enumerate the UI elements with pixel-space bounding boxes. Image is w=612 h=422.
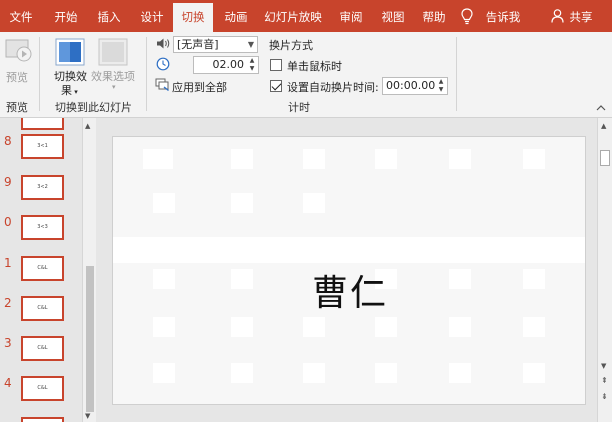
next-slide-icon[interactable]: ⇟ bbox=[601, 392, 608, 401]
previous-slide-icon[interactable]: ⇞ bbox=[601, 376, 608, 385]
slide-number: 9 bbox=[4, 175, 12, 189]
group-divider bbox=[39, 37, 40, 111]
scrollbar-thumb[interactable] bbox=[86, 266, 94, 412]
spinner-arrows-icon[interactable]: ▲ ▼ bbox=[247, 57, 257, 73]
group-divider bbox=[146, 37, 147, 111]
sound-icon bbox=[157, 38, 170, 49]
advance-slide-heading: 换片方式 bbox=[269, 39, 313, 52]
slide-number: 0 bbox=[4, 215, 12, 229]
effect-options-icon[interactable] bbox=[98, 38, 128, 66]
slide-thumbnail[interactable]: C&L bbox=[21, 336, 64, 361]
tab-file[interactable]: 文件 bbox=[4, 0, 38, 32]
tab-transitions[interactable]: 切换 bbox=[173, 3, 213, 32]
scroll-down-icon[interactable]: ▼ bbox=[601, 362, 606, 370]
thumbnail-text: C&L bbox=[37, 345, 48, 351]
thumbnail-scrollbar[interactable]: ▲ ▼ bbox=[82, 118, 96, 422]
duration-value: 02.00 bbox=[212, 58, 245, 71]
slide-thumbnail[interactable]: C&L bbox=[21, 256, 64, 281]
slide-thumbnail[interactable]: 3<3 bbox=[21, 215, 64, 240]
effect-options-button[interactable]: 效果选项 bbox=[91, 68, 135, 84]
after-time-checkbox[interactable] bbox=[270, 80, 282, 92]
slide-number: 8 bbox=[4, 134, 12, 148]
tab-insert[interactable]: 插入 bbox=[91, 0, 127, 32]
duration-spinner[interactable]: 02.00 ▲ ▼ bbox=[193, 56, 259, 74]
scroll-down-icon[interactable]: ▼ bbox=[85, 412, 90, 420]
transition-effect-label-2: 果 bbox=[61, 84, 72, 97]
thumbnail-text: C&L bbox=[37, 385, 48, 391]
thumbnail-text: 3<2 bbox=[37, 184, 48, 190]
slide-number: 3 bbox=[4, 336, 12, 350]
scrollbar-thumb[interactable] bbox=[600, 150, 610, 166]
slide-title[interactable]: 曹仁 bbox=[113, 264, 585, 316]
scroll-up-icon[interactable]: ▲ bbox=[85, 122, 90, 130]
sound-select[interactable]: [无声音] ▼ bbox=[173, 36, 258, 53]
slide-thumbnail-partial[interactable] bbox=[21, 118, 64, 130]
on-mouse-click-label: 单击鼠标时 bbox=[287, 60, 342, 73]
transition-effect-button-line2: 果 ▾ bbox=[61, 84, 78, 97]
ribbon-transitions: 预览 预览 切换效 果 ▾ 效果选项 ▾ 切换到此幻灯片 [无声音] ▼ 02.… bbox=[0, 32, 612, 118]
scroll-up-icon[interactable]: ▲ bbox=[601, 122, 606, 130]
after-time-label: 设置自动换片时间: bbox=[287, 81, 379, 94]
thumbnail-text: C&L bbox=[37, 305, 48, 311]
tab-slideshow[interactable]: 幻灯片放映 bbox=[260, 0, 326, 32]
collapse-ribbon-icon[interactable] bbox=[596, 104, 606, 112]
group-divider bbox=[456, 37, 457, 111]
title-band bbox=[113, 237, 585, 263]
slide-thumbnail-pane: 8 3<1 9 3<2 0 3<3 1 C&L 2 C&L 3 C&L 4 C&… bbox=[0, 118, 82, 422]
slide-canvas[interactable]: 曹仁 bbox=[112, 136, 586, 405]
chevron-down-icon: ▼ bbox=[247, 40, 254, 49]
slide-thumbnail[interactable]: 3<2 bbox=[21, 175, 64, 200]
tab-view[interactable]: 视图 bbox=[376, 0, 410, 32]
preview-button[interactable]: 预览 bbox=[6, 69, 28, 85]
slide-number: 1 bbox=[4, 256, 12, 270]
slide-number: 4 bbox=[4, 376, 12, 390]
person-icon[interactable] bbox=[551, 9, 564, 23]
thumbnail-text: 3<1 bbox=[37, 143, 48, 149]
preview-icon[interactable] bbox=[5, 38, 33, 64]
slide-edit-area: 曹仁 bbox=[96, 118, 597, 422]
sound-select-value: [无声音] bbox=[177, 38, 219, 51]
lightbulb-icon[interactable] bbox=[461, 8, 473, 25]
clock-icon bbox=[156, 57, 170, 71]
tab-help[interactable]: 帮助 bbox=[417, 0, 451, 32]
thumbnail-text: C&L bbox=[37, 265, 48, 271]
apply-to-all-button[interactable]: 应用到全部 bbox=[172, 79, 227, 95]
slide-thumbnail[interactable]: C&L bbox=[21, 376, 64, 401]
after-time-value: 00:00.00 bbox=[386, 79, 436, 92]
slide-thumbnail[interactable]: 3<1 bbox=[21, 134, 64, 159]
slide-thumbnail[interactable]: C&L bbox=[21, 296, 64, 321]
thumbnail-text: 3<3 bbox=[37, 224, 48, 230]
on-mouse-click-checkbox[interactable] bbox=[270, 59, 282, 71]
tab-animations[interactable]: 动画 bbox=[218, 0, 254, 32]
transition-group-label: 切换到此幻灯片 bbox=[55, 101, 132, 114]
tab-design[interactable]: 设计 bbox=[134, 0, 170, 32]
spinner-arrows-icon[interactable]: ▲ ▼ bbox=[436, 78, 446, 94]
timing-group-label: 计时 bbox=[288, 101, 310, 114]
transition-effect-icon[interactable] bbox=[55, 38, 85, 66]
preview-group-label: 预览 bbox=[6, 101, 28, 114]
tell-me-search[interactable]: 告诉我 bbox=[482, 0, 524, 32]
apply-to-all-icon bbox=[155, 78, 169, 92]
tab-home[interactable]: 开始 bbox=[48, 0, 84, 32]
slide-number: 2 bbox=[4, 296, 12, 310]
slide-scrollbar[interactable]: ▲ ▼ ⇞ ⇟ bbox=[597, 118, 612, 422]
share-button[interactable]: 共享 bbox=[566, 0, 596, 32]
tab-review[interactable]: 审阅 bbox=[334, 0, 368, 32]
after-time-spinner[interactable]: 00:00.00 ▲ ▼ bbox=[382, 77, 448, 95]
ribbon-tab-bar: 文件 开始 插入 设计 切换 动画 幻灯片放映 审阅 视图 帮助 告诉我 共享 bbox=[0, 0, 612, 32]
chevron-down-icon: ▾ bbox=[112, 83, 116, 91]
slide-thumbnail-partial[interactable] bbox=[21, 417, 64, 422]
